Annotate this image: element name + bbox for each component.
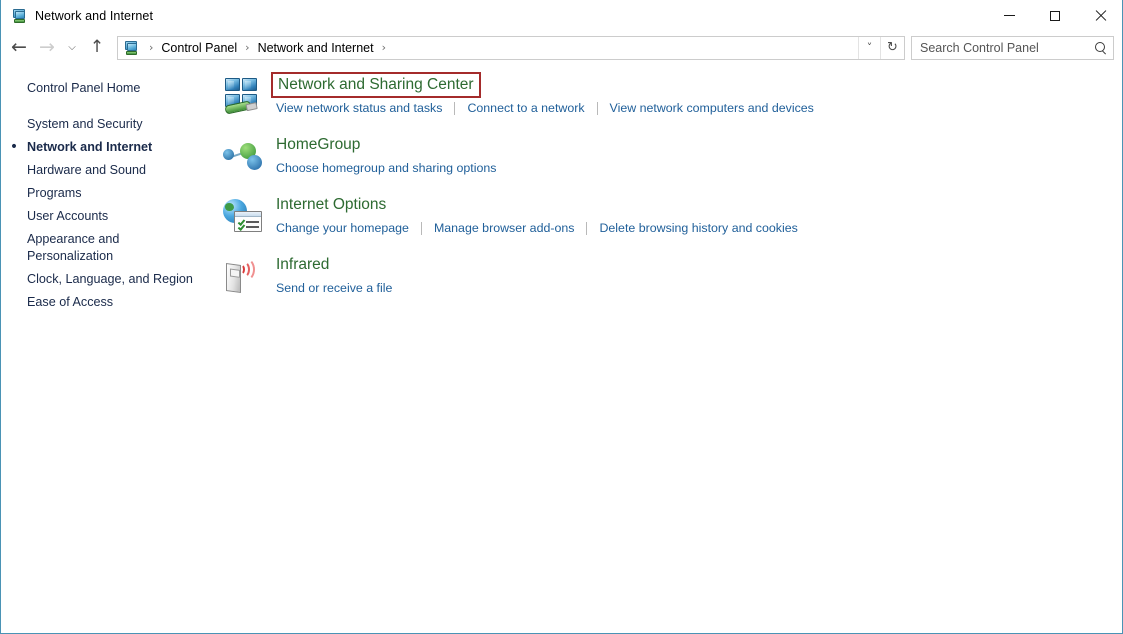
control-panel-icon [123,40,139,56]
category-title-link[interactable]: Infrared [276,254,329,276]
chevron-down-icon: ⌵ [68,42,76,53]
category-links: Change your homepage Manage browser add-… [276,220,1122,236]
link-separator [420,221,422,235]
breadcrumb-separator[interactable]: › [143,41,159,54]
sidebar-item-ease-of-access[interactable]: • Ease of Access [1,291,217,314]
sidebar: • Control Panel Home • System and Securi… [1,64,217,633]
window-controls [987,0,1122,31]
sidebar-item-appearance-and-personalization[interactable]: • Appearance and Personalization [1,228,217,268]
bullet-icon: • [9,139,19,155]
category-title-link[interactable]: HomeGroup [276,134,360,156]
window-title: Network and Internet [35,8,154,23]
link-delete-browsing-history-and-cookies[interactable]: Delete browsing history and cookies [599,220,797,236]
sidebar-item-hardware-and-sound[interactable]: • Hardware and Sound [1,159,217,182]
close-button[interactable] [1077,0,1122,31]
window-body: • Control Panel Home • System and Securi… [1,64,1122,633]
sidebar-item-control-panel-home[interactable]: • Control Panel Home [1,77,217,100]
category-internet-options: Internet Options Change your homepage Ma… [221,192,1122,252]
search-input[interactable] [920,40,1093,55]
address-bar[interactable]: › Control Panel › Network and Internet ›… [117,35,905,60]
control-panel-window: Network and Internet ← → ⌵ ↑ › Control P… [0,0,1123,634]
sidebar-item-label: Ease of Access [27,295,114,309]
link-separator [596,101,598,115]
internet-options-icon [221,196,269,240]
category-links: View network status and tasks Connect to… [276,100,1122,116]
title-bar: Network and Internet [1,0,1122,31]
category-text: Infrared Send or receive a file [276,252,1122,296]
category-text: HomeGroup Choose homegroup and sharing o… [276,132,1122,176]
category-title-link[interactable]: Network and Sharing Center [271,72,481,98]
breadcrumb-item-control-panel[interactable]: Control Panel [159,39,239,57]
search-box[interactable] [911,35,1114,60]
breadcrumb-item-network-and-internet[interactable]: Network and Internet [256,39,376,57]
link-choose-homegroup-and-sharing-options[interactable]: Choose homegroup and sharing options [276,160,496,176]
link-connect-to-a-network[interactable]: Connect to a network [467,100,584,116]
sidebar-item-clock-language-and-region[interactable]: • Clock, Language, and Region [1,268,217,291]
sidebar-item-network-and-internet[interactable]: • Network and Internet [1,136,217,159]
link-change-your-homepage[interactable]: Change your homepage [276,220,409,236]
minimize-button[interactable] [987,0,1032,31]
category-infrared: Infrared Send or receive a file [221,252,1122,312]
link-separator [454,101,456,115]
sidebar-item-label: Clock, Language, and Region [27,272,193,286]
recent-locations-button[interactable]: ⌵ [61,35,83,61]
sidebar-item-programs[interactable]: • Programs [1,182,217,205]
link-separator [586,221,588,235]
infrared-icon [221,256,269,300]
close-icon [1094,10,1106,22]
link-manage-browser-add-ons[interactable]: Manage browser add-ons [434,220,575,236]
forward-arrow-icon: → [39,36,55,58]
minimize-icon [1004,15,1015,16]
sidebar-item-user-accounts[interactable]: • User Accounts [1,205,217,228]
sidebar-item-label: User Accounts [27,209,109,223]
category-links: Send or receive a file [276,280,1122,296]
address-dropdown-button[interactable]: ˅ [858,36,880,59]
sidebar-item-label: Hardware and Sound [27,163,147,177]
network-and-sharing-center-icon [221,76,269,120]
back-button[interactable]: ← [5,35,33,61]
back-arrow-icon: ← [11,36,27,58]
category-links: Choose homegroup and sharing options [276,160,1122,176]
category-title-link[interactable]: Internet Options [276,194,386,216]
link-view-network-computers-and-devices[interactable]: View network computers and devices [610,100,814,116]
link-view-network-status-and-tasks[interactable]: View network status and tasks [276,100,442,116]
sidebar-item-system-and-security[interactable]: • System and Security [1,113,217,136]
sidebar-item-label: Appearance and Personalization [27,232,120,263]
breadcrumb-separator-trailing[interactable]: › [376,41,392,54]
maximize-icon [1049,10,1060,21]
up-arrow-icon: ↑ [89,37,105,57]
homegroup-icon [221,136,269,180]
navigation-bar: ← → ⌵ ↑ › Control Panel › Network and In… [1,31,1122,64]
sidebar-item-label: Control Panel Home [27,81,141,95]
main-content: Network and Sharing Center View network … [217,64,1122,633]
up-button[interactable]: ↑ [83,35,111,61]
category-text: Network and Sharing Center View network … [271,72,1122,116]
breadcrumb-separator[interactable]: › [239,41,255,54]
search-icon[interactable] [1093,40,1109,56]
maximize-button[interactable] [1032,0,1077,31]
category-network-and-sharing-center: Network and Sharing Center View network … [221,72,1122,132]
network-computer-icon [11,8,27,24]
link-send-or-receive-a-file[interactable]: Send or receive a file [276,280,392,296]
category-homegroup: HomeGroup Choose homegroup and sharing o… [221,132,1122,192]
refresh-button[interactable]: ↻ [880,36,904,59]
forward-button: → [33,35,61,61]
sidebar-item-label: Network and Internet [27,140,153,154]
sidebar-item-label: Programs [27,186,82,200]
sidebar-item-label: System and Security [27,117,143,131]
category-text: Internet Options Change your homepage Ma… [276,192,1122,236]
